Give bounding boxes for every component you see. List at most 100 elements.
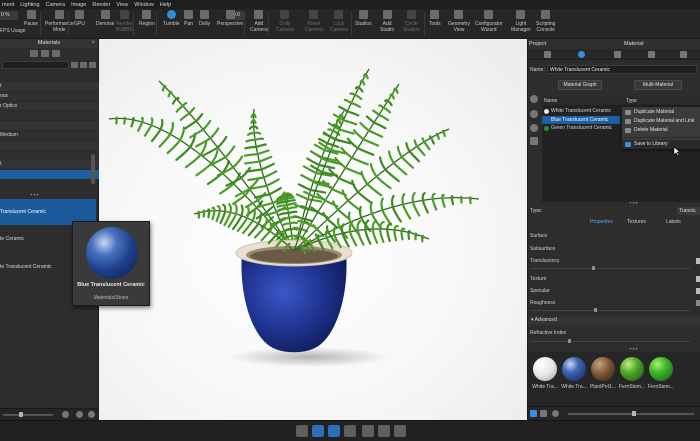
menu-help[interactable]: Help <box>160 2 171 8</box>
tree-item[interactable] <box>0 111 99 122</box>
tree-item[interactable]: ous <box>0 91 99 102</box>
roughness-slider[interactable] <box>530 310 690 311</box>
swatch-size-slider-knob[interactable] <box>632 411 636 416</box>
list-icon[interactable] <box>328 425 340 437</box>
toolbar-button-light-manager[interactable]: Light Manager <box>511 10 531 33</box>
tree-item[interactable]: t <box>0 82 99 92</box>
folder-icon[interactable] <box>41 50 49 57</box>
toolbar-button-performance-mode[interactable]: Performance Mode <box>45 10 74 33</box>
advanced-section-header[interactable]: ▾ Advanced <box>528 316 700 325</box>
toolbar-button-lock-camera[interactable]: Lock Camera <box>330 10 348 33</box>
toolbar-button-render-bubbs[interactable]: Render BUBBS <box>116 10 133 33</box>
tree-item[interactable]: r Optics <box>0 101 99 112</box>
tree-scrollbar[interactable] <box>91 154 95 184</box>
tree-item[interactable] <box>0 170 99 180</box>
type-dropdown[interactable]: Translu <box>677 207 700 215</box>
toolbar-button-region[interactable]: Region <box>139 10 155 27</box>
toolbar-button-reset-camera[interactable]: Reset Camera <box>305 10 323 33</box>
tree-item[interactable]: Medium <box>0 130 99 141</box>
toolbar-button-perspective[interactable]: Perspective <box>217 10 243 27</box>
toolbar-button-dolly[interactable]: Dolly <box>199 10 210 27</box>
toolbar-button-tools[interactable]: Tools <box>429 10 441 27</box>
refractive-index-slider[interactable] <box>530 341 690 342</box>
refresh-icon[interactable] <box>89 61 96 68</box>
specular-swatch[interactable] <box>696 288 700 294</box>
tab-project[interactable]: Project <box>529 41 546 47</box>
camera-icon[interactable] <box>394 425 406 437</box>
folder-open-icon[interactable] <box>80 61 87 68</box>
environment-icon[interactable] <box>614 51 621 58</box>
star-icon[interactable] <box>52 50 60 57</box>
splitter-handle[interactable]: ••• <box>624 201 644 207</box>
material-swatch[interactable] <box>562 357 586 381</box>
material-swatch[interactable] <box>649 357 673 381</box>
image-icon[interactable] <box>680 51 687 58</box>
info-icon[interactable] <box>296 425 308 437</box>
fps-usage-field[interactable]: 0 % <box>0 11 18 20</box>
folder-add-icon[interactable] <box>71 61 78 68</box>
menu-item-save-library[interactable]: Save to Library <box>622 140 700 149</box>
swatch-size-slider[interactable] <box>568 413 694 415</box>
tree-item[interactable] <box>0 150 99 161</box>
multi-material-button[interactable]: Multi-Material <box>634 80 682 90</box>
trash-icon[interactable] <box>530 137 538 145</box>
material-swatch[interactable] <box>620 357 644 381</box>
thumbnail-size-slider-knob[interactable] <box>19 412 23 417</box>
menu-window[interactable]: Window <box>134 2 154 8</box>
menu-camera[interactable]: Camera <box>46 2 66 8</box>
tree-item[interactable] <box>0 140 99 151</box>
color-swatch[interactable] <box>696 258 700 264</box>
material-row[interactable]: Green Translucent Ceramic <box>542 124 620 132</box>
link-icon[interactable] <box>530 110 538 118</box>
favorite-icon[interactable] <box>76 411 83 418</box>
toolbar-button-add-camera[interactable]: Add Camera <box>250 10 268 33</box>
toolbar-button-studios[interactable]: Studios <box>355 10 372 27</box>
camera-icon[interactable] <box>648 51 655 58</box>
home-icon[interactable] <box>30 50 38 57</box>
toolbar-button-gpu[interactable]: GPU <box>74 10 85 27</box>
menu-lighting[interactable]: Lighting <box>20 2 39 8</box>
list-view-icon[interactable] <box>540 410 547 417</box>
roughness-texture-icon[interactable] <box>696 300 700 306</box>
materials-search-input[interactable] <box>2 60 69 69</box>
tree-item[interactable]: t <box>0 160 99 171</box>
menu-view[interactable]: View <box>116 2 128 8</box>
material-graph-button[interactable]: Material Graph <box>558 80 602 90</box>
refractive-index-slider-knob[interactable] <box>568 339 571 343</box>
settings-icon[interactable] <box>88 411 95 418</box>
menu-item-duplicate-material[interactable]: Duplicate Material <box>622 108 700 117</box>
texture-swatch[interactable] <box>696 276 700 282</box>
layers-icon[interactable] <box>530 124 538 132</box>
material-name-input[interactable]: White Translucent Ceramic <box>547 65 697 74</box>
toolbar-button-geometry-view[interactable]: Geometry View <box>448 10 470 33</box>
roughness-slider-knob[interactable] <box>594 308 597 312</box>
thumbnail-size-slider[interactable] <box>3 414 53 416</box>
toolbar-button-denoise[interactable]: Denoise <box>96 10 114 27</box>
search-icon[interactable] <box>62 411 69 418</box>
toolbar-button-tumble[interactable]: Tumble <box>163 10 180 27</box>
material-globe-icon[interactable] <box>530 95 538 103</box>
tab-labels[interactable]: Labels <box>666 219 681 225</box>
material-swatch[interactable] <box>533 357 557 381</box>
material-row[interactable]: Blue Translucent Ceramic <box>542 115 620 124</box>
box-icon[interactable] <box>378 425 390 437</box>
book-icon[interactable] <box>312 425 324 437</box>
play-icon[interactable] <box>344 425 356 437</box>
translucency-slider-knob[interactable] <box>592 266 595 270</box>
menu-render[interactable]: Render <box>92 2 110 8</box>
menu-item-duplicate-link[interactable]: Duplicate Material and Link <box>622 117 700 126</box>
toolbar-button-cycle-studios[interactable]: Cycle Studios <box>403 10 420 33</box>
translucency-slider[interactable] <box>530 268 690 269</box>
toolbar-button-add-studio[interactable]: Add Studio <box>380 10 394 33</box>
menu-image[interactable]: Image <box>71 2 86 8</box>
tab-textures[interactable]: Textures <box>627 219 646 225</box>
close-icon[interactable]: × <box>91 39 95 48</box>
scene-icon[interactable] <box>544 51 551 58</box>
tree-item[interactable] <box>0 121 99 131</box>
search-icon[interactable] <box>552 410 559 417</box>
toolbar-button-scripting-console[interactable]: Scripting Console <box>536 10 555 33</box>
material-row[interactable]: White Translucent Ceramic <box>542 107 620 115</box>
cube-icon[interactable] <box>362 425 374 437</box>
splitter-handle[interactable]: ••• <box>20 193 50 199</box>
toolbar-button-dolly-camera[interactable]: Dolly Camera <box>276 10 294 33</box>
